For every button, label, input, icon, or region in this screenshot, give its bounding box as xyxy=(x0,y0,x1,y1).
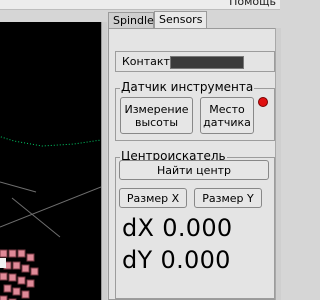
toolpath-preview xyxy=(0,136,101,300)
sensors-page: Контакт Датчик инструмента Измерение выс… xyxy=(108,28,280,300)
size-x-button[interactable]: Размер X xyxy=(119,188,187,208)
tab-spindle[interactable]: Spindle xyxy=(108,12,154,28)
splitter[interactable] xyxy=(101,22,107,300)
contact-row: Контакт xyxy=(115,51,275,72)
menu-bar: Помощь xyxy=(0,0,280,10)
dy-label: dY xyxy=(122,246,153,274)
dy-value: 0.000 xyxy=(160,246,231,274)
dx-readout: dX 0.000 xyxy=(122,214,233,242)
measure-height-button[interactable]: Измерение высоты xyxy=(120,97,193,134)
find-center-button[interactable]: Найти центр xyxy=(119,160,269,180)
dy-readout: dY 0.000 xyxy=(122,246,231,274)
sensor-status-led xyxy=(258,97,268,107)
size-y-button[interactable]: Размер Y xyxy=(194,188,262,208)
contact-label: Контакт xyxy=(122,55,170,68)
contact-indicator xyxy=(170,56,244,69)
tool-sensor-group: Датчик инструмента Измерение высоты Мест… xyxy=(115,80,275,141)
preview-canvas[interactable] xyxy=(0,22,101,300)
tool-sensor-title: Датчик инструмента xyxy=(120,80,255,94)
menu-help[interactable]: Помощь xyxy=(229,0,276,8)
centre-finder-group: Центроискатель Найти центр Размер X Разм… xyxy=(115,149,275,299)
dx-label: dX xyxy=(122,214,155,242)
tool-notebook: Spindle Sensors Контакт Датчик инструмен… xyxy=(108,11,280,300)
dx-value: 0.000 xyxy=(162,214,233,242)
tab-sensors[interactable]: Sensors xyxy=(154,11,207,28)
sensor-place-button[interactable]: Место датчика xyxy=(200,97,254,134)
right-scrollbar[interactable] xyxy=(275,28,281,300)
